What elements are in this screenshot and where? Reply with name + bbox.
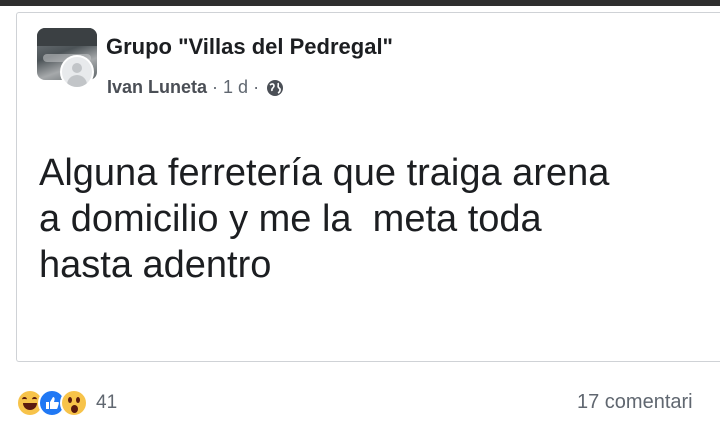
- post-timestamp[interactable]: 1 d: [223, 77, 248, 98]
- reactions-summary[interactable]: 41: [16, 386, 117, 420]
- author-avatar[interactable]: [60, 55, 94, 89]
- avatar-torso: [67, 75, 87, 87]
- globe-icon[interactable]: [266, 79, 284, 97]
- avatar-head: [72, 63, 82, 73]
- post-meta: Ivan Luneta · 1 d ·: [107, 77, 284, 98]
- post-text-line: hasta adentro: [39, 244, 272, 286]
- author-name-link[interactable]: Ivan Luneta: [107, 77, 207, 98]
- post-text-line: Alguna ferretería que traiga arena: [39, 152, 610, 194]
- top-edge-strip: [0, 0, 720, 6]
- post-body: Alguna ferretería que traiga arena a dom…: [39, 150, 709, 288]
- meta-separator: ·: [212, 77, 219, 97]
- group-name-link[interactable]: Grupo "Villas del Pedregal": [106, 34, 393, 60]
- meta-separator: ·: [253, 77, 260, 97]
- reaction-count[interactable]: 41: [96, 392, 117, 414]
- post-text-line: a domicilio y me la meta toda: [39, 198, 542, 240]
- comments-count-link[interactable]: 17 comentari: [577, 391, 693, 414]
- avatar-shade: [37, 28, 97, 46]
- wow-reaction-icon: [60, 389, 88, 417]
